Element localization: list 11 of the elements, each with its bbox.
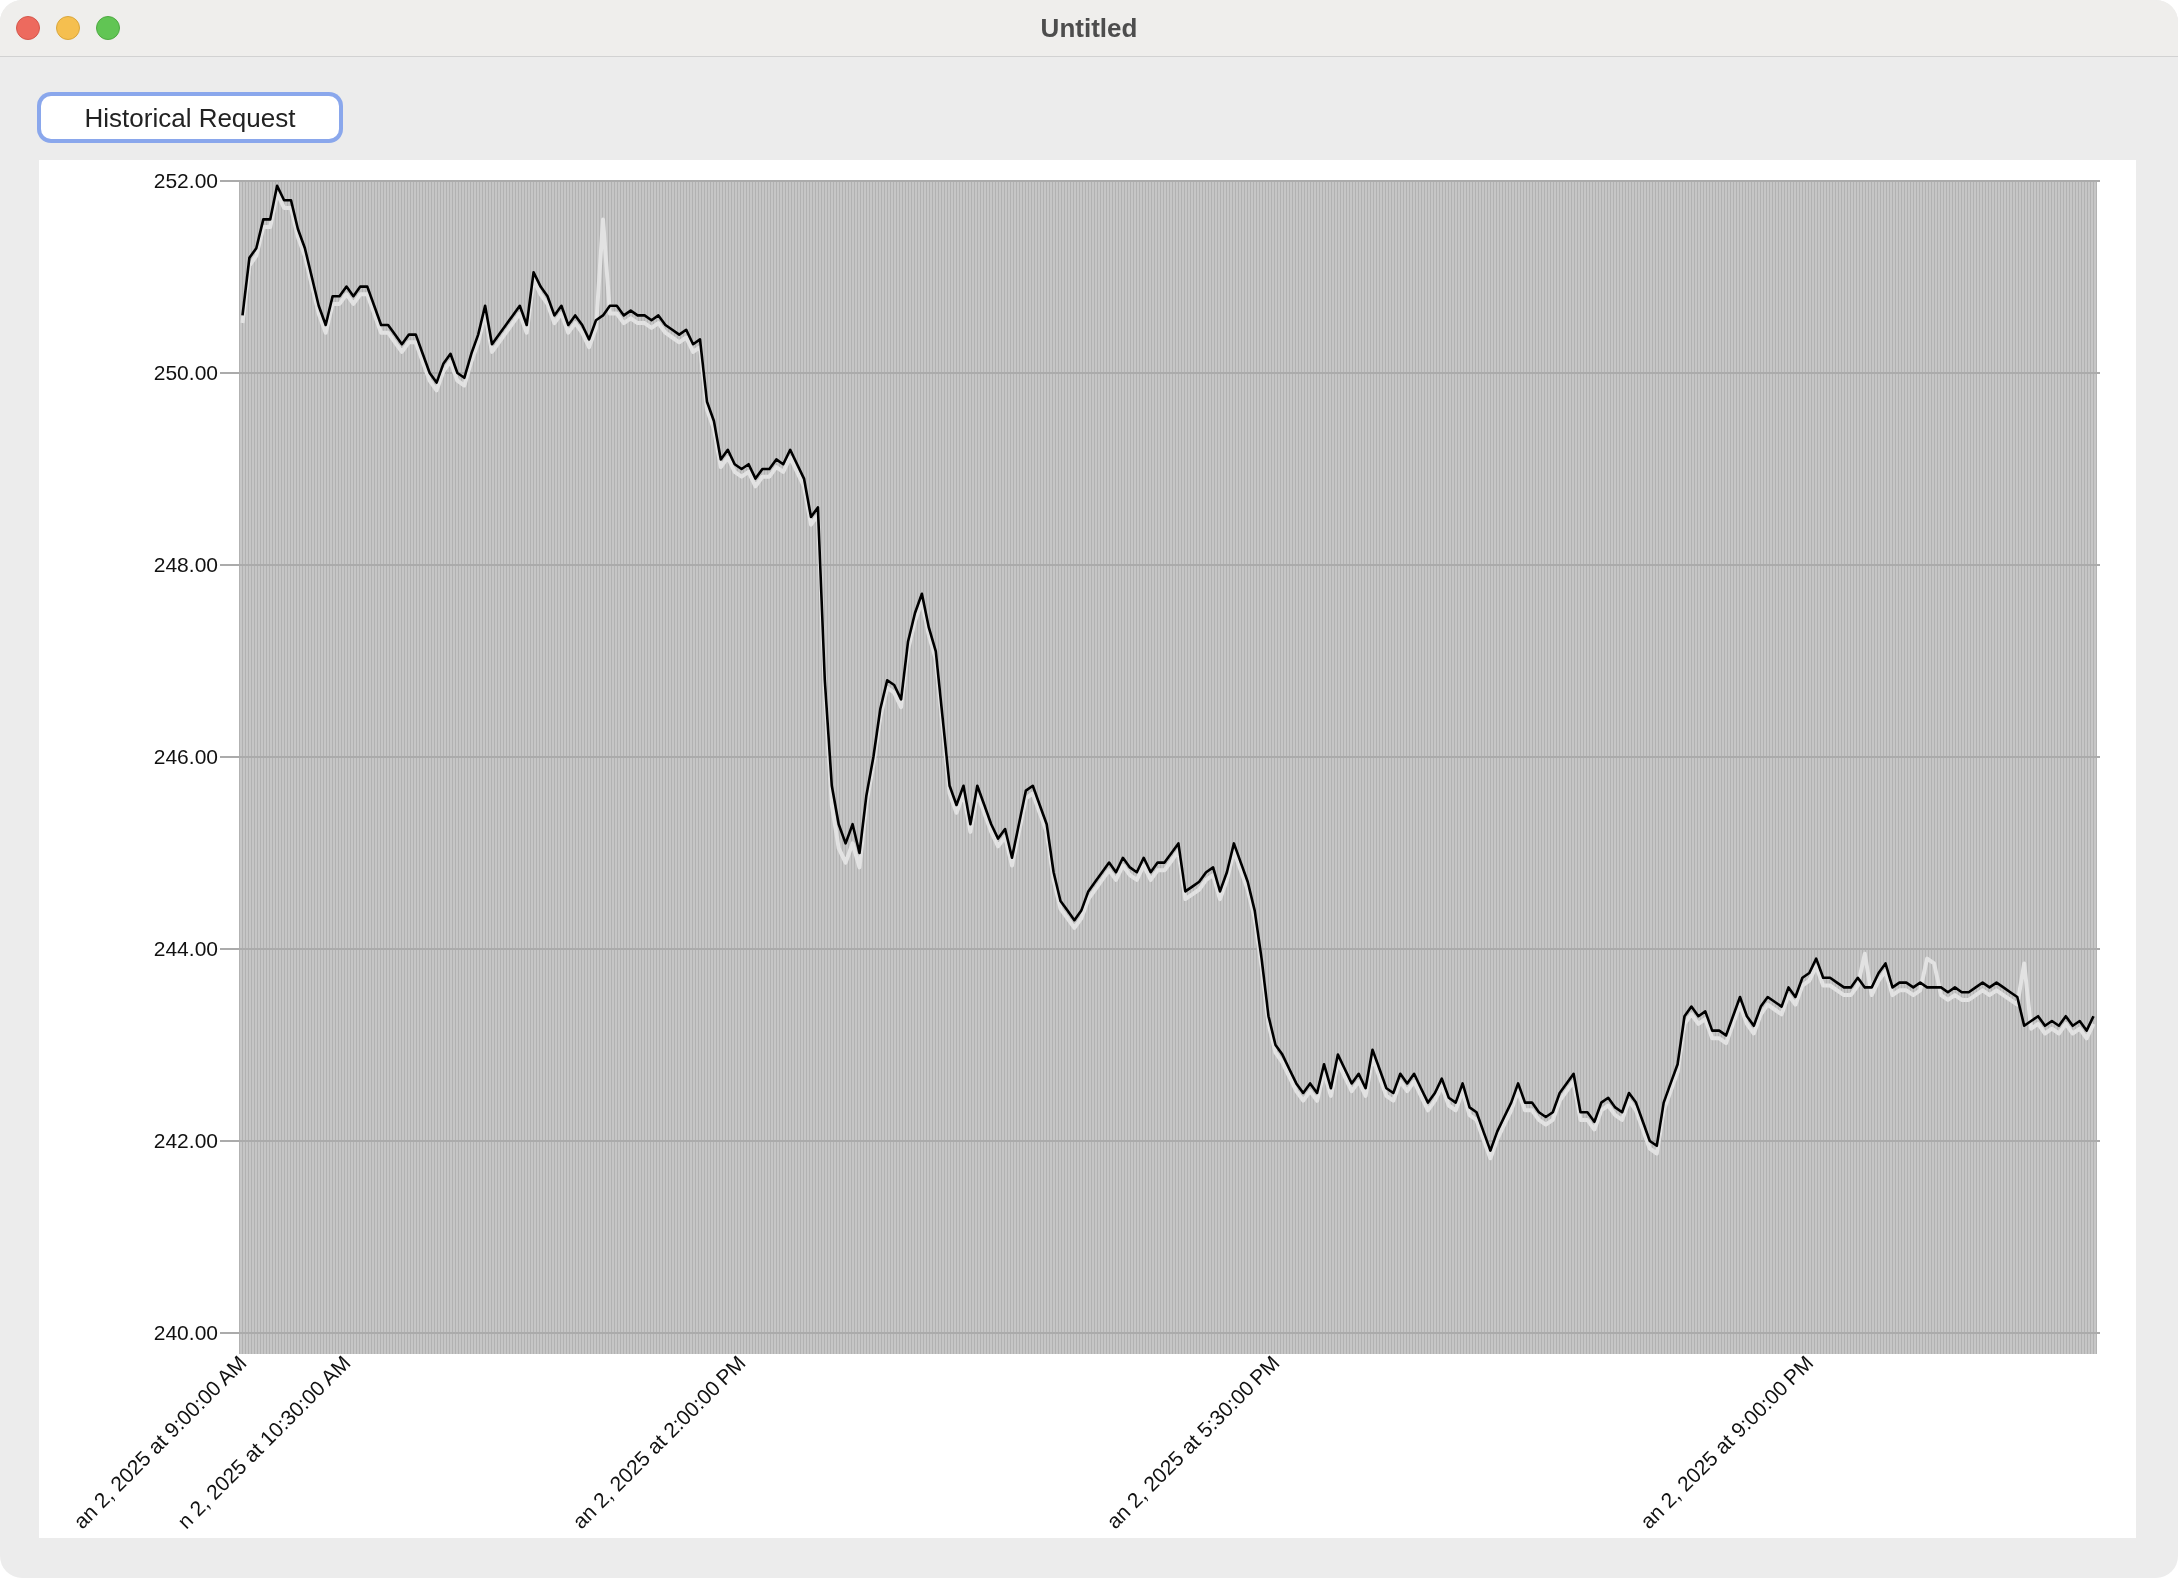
y-axis-label: 242.00 <box>153 1129 218 1152</box>
y-axis-label: 246.00 <box>153 745 218 768</box>
close-icon[interactable] <box>16 16 40 40</box>
minimize-icon[interactable] <box>56 16 80 40</box>
y-axis-label: 240.00 <box>153 1321 218 1344</box>
y-axis-label: 250.00 <box>153 361 218 384</box>
y-axis-label: 248.00 <box>153 553 218 576</box>
y-axis-label: 244.00 <box>153 937 218 960</box>
zoom-icon[interactable] <box>96 16 120 40</box>
y-axis-label: 252.00 <box>153 169 218 192</box>
window-title: Untitled <box>1040 15 1138 41</box>
